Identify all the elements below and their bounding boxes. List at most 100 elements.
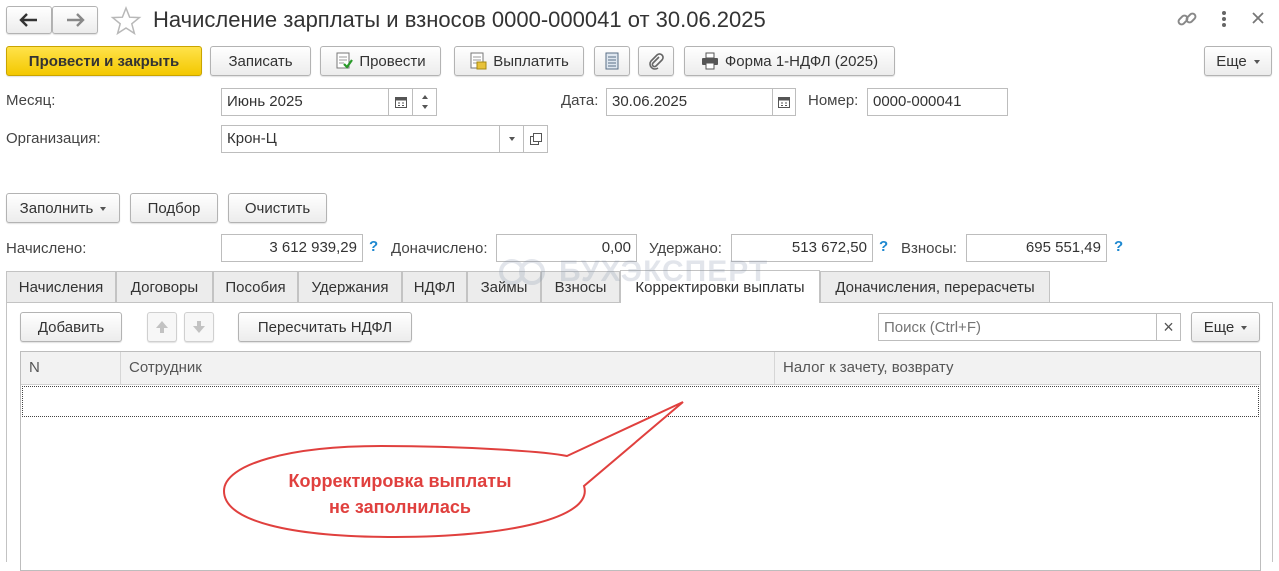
accrued-field: 3 612 939,29 [221, 234, 363, 262]
withheld-help-icon[interactable]: ? [879, 238, 888, 255]
corrections-table: N Сотрудник Налог к зачету, возврату [20, 351, 1261, 571]
clear-button[interactable]: Очистить [228, 193, 327, 223]
date-calendar-button[interactable] [772, 88, 796, 116]
tab-label: Корректировки выплаты [635, 278, 805, 296]
pay-document-icon [469, 52, 487, 70]
tab-label: НДФЛ [413, 278, 456, 296]
tab-label: Пособия [225, 278, 286, 296]
add-label: Добавить [37, 318, 105, 336]
callout-line-1: Корректировка выплаты [288, 471, 512, 491]
table-row[interactable] [22, 386, 1259, 417]
select-label: Подбор [147, 199, 201, 217]
save-button[interactable]: Записать [210, 46, 311, 76]
organization-label: Организация: [6, 130, 101, 147]
select-button[interactable]: Подбор [130, 193, 218, 223]
column-header-tax[interactable]: Налог к зачету, возврату [775, 352, 1260, 384]
post-document-icon [335, 52, 354, 70]
window-title: Начисление зарплаты и взносов 0000-00004… [153, 7, 766, 32]
number-label: Номер: [808, 92, 859, 109]
fill-label: Заполнить [19, 199, 94, 217]
organization-field[interactable]: Крон-Ц [221, 125, 500, 153]
attach-button[interactable] [638, 46, 674, 76]
arrow-left-icon [19, 13, 37, 27]
callout-line-2: не заполнилась [329, 497, 471, 517]
search-input[interactable] [878, 313, 1157, 341]
printer-icon [701, 52, 719, 70]
organization-open-button[interactable] [523, 125, 548, 153]
print-form-button[interactable]: Форма 1-НДФЛ (2025) [684, 46, 895, 76]
post-and-close-button[interactable]: Провести и закрыть [6, 46, 202, 76]
column-header-n[interactable]: N [21, 352, 121, 384]
arrow-down-icon [193, 321, 205, 333]
back-button[interactable] [6, 6, 52, 34]
arrow-up-icon [156, 321, 168, 333]
panel-more-button[interactable]: Еще [1191, 312, 1260, 342]
callout-text: Корректировка выплаты не заполнилась [255, 468, 545, 520]
move-up-button[interactable] [147, 312, 177, 342]
post-button[interactable]: Провести [320, 46, 441, 76]
accrued-help-icon[interactable]: ? [369, 238, 378, 255]
tab-loans[interactable]: Займы [467, 271, 541, 302]
tab-contributions[interactable]: Взносы [541, 271, 620, 302]
document-journal-button[interactable] [594, 46, 630, 76]
paperclip-icon [649, 53, 664, 70]
contributions-label: Взносы: [901, 240, 957, 257]
tab-additional-accruals[interactable]: Доначисления, перерасчеты [820, 271, 1050, 302]
more-label: Еще [1216, 52, 1247, 70]
chevron-down-icon [1253, 60, 1260, 64]
accrued-label: Начислено: [6, 240, 87, 257]
month-calendar-button[interactable] [388, 88, 413, 116]
column-header-employee[interactable]: Сотрудник [121, 352, 775, 384]
tab-label: Начисления [18, 278, 104, 296]
tab-label: Займы [480, 278, 528, 296]
post-label: Провести [359, 52, 426, 70]
tab-ndfl[interactable]: НДФЛ [402, 271, 467, 302]
clear-label: Очистить [244, 199, 311, 217]
forward-button[interactable] [52, 6, 98, 34]
panel-more-label: Еще [1203, 318, 1235, 336]
move-down-button[interactable] [184, 312, 214, 342]
pay-button[interactable]: Выплатить [454, 46, 584, 76]
tab-payment-corrections[interactable]: Корректировки выплаты [620, 270, 820, 303]
date-field[interactable]: 30.06.2025 [606, 88, 773, 116]
month-label: Месяц: [6, 92, 56, 109]
save-label: Записать [228, 52, 293, 70]
month-stepper[interactable] [412, 88, 437, 116]
calendar-icon [778, 97, 790, 108]
tab-contracts[interactable]: Договоры [116, 271, 213, 302]
arrow-right-icon [67, 13, 85, 27]
chevron-down-icon [1241, 326, 1248, 330]
fill-button[interactable]: Заполнить [6, 193, 120, 223]
more-actions-icon[interactable] [1216, 9, 1232, 33]
link-icon[interactable] [1176, 8, 1198, 34]
favorite-star-icon[interactable] [110, 5, 142, 41]
tab-deductions[interactable]: Удержания [298, 271, 402, 302]
close-icon: × [1163, 316, 1174, 337]
withheld-field: 513 672,50 [731, 234, 873, 262]
contributions-field: 695 551,49 [966, 234, 1107, 262]
month-field[interactable]: Июнь 2025 [221, 88, 389, 116]
calendar-icon [394, 97, 407, 108]
recalculate-ndfl-label: Пересчитать НДФЛ [257, 318, 393, 336]
journal-icon [605, 52, 619, 70]
close-icon[interactable] [1250, 10, 1266, 30]
organization-dropdown-button[interactable] [499, 125, 524, 153]
table-header: N Сотрудник Налог к зачету, возврату [21, 352, 1260, 385]
recalculate-ndfl-button[interactable]: Пересчитать НДФЛ [238, 312, 412, 342]
open-window-icon [529, 133, 542, 145]
add-button[interactable]: Добавить [20, 312, 122, 342]
number-field[interactable]: 0000-000041 [867, 88, 1008, 116]
chevron-down-icon [100, 207, 107, 211]
stepper-down-icon [421, 105, 428, 109]
tab-label: Доначисления, перерасчеты [835, 278, 1035, 296]
more-button[interactable]: Еще [1204, 46, 1272, 76]
tab-benefits[interactable]: Пособия [213, 271, 298, 302]
contributions-help-icon[interactable]: ? [1114, 238, 1123, 255]
tab-accruals[interactable]: Начисления [6, 271, 116, 302]
withheld-label: Удержано: [649, 240, 722, 257]
print-form-label: Форма 1-НДФЛ (2025) [724, 52, 879, 70]
tab-panel: Добавить Пересчитать НДФЛ × Еще N Сотруд… [6, 302, 1273, 571]
pay-label: Выплатить [493, 52, 569, 70]
search-clear-button[interactable]: × [1156, 313, 1181, 341]
tab-label: Взносы [554, 278, 607, 296]
